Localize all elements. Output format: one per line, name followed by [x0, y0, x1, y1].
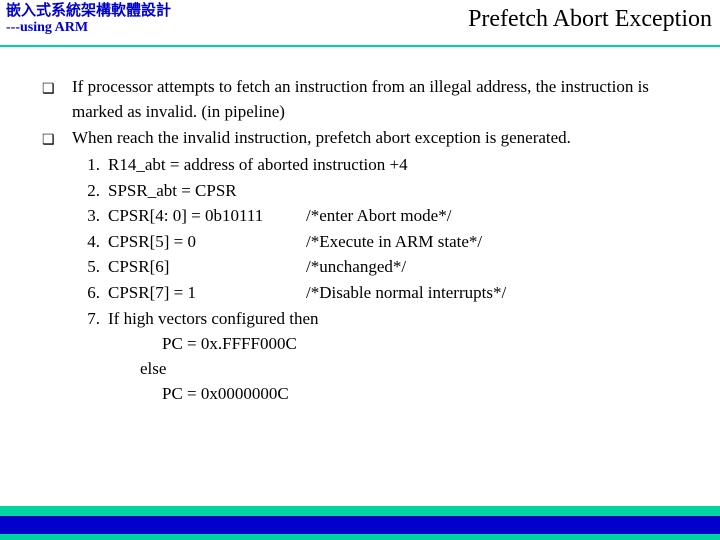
step-comment: /*Disable normal interrupts*/	[306, 281, 506, 306]
course-subtitle: ---using ARM	[6, 20, 171, 37]
step-lhs: CPSR[6]	[108, 255, 306, 280]
list-item: 6. CPSR[7] = 1 /*Disable normal interrup…	[72, 281, 698, 306]
slide-body: ❑ If processor attempts to fetch an inst…	[0, 47, 720, 406]
item-number: 1.	[72, 153, 108, 178]
item-number: 7.	[72, 307, 108, 332]
list-item: 7. If high vectors configured then	[72, 307, 698, 332]
conditional-block: PC = 0x.FFFF000C else PC = 0x0000000C	[140, 332, 698, 406]
list-item: 2. SPSR_abt = CPSR	[72, 179, 698, 204]
list-item: 4. CPSR[5] = 0 /*Execute in ARM state*/	[72, 230, 698, 255]
list-item: 5. CPSR[6] /*unchanged*/	[72, 255, 698, 280]
step-lhs: CPSR[4: 0] = 0b10111	[108, 204, 306, 229]
page-title: Prefetch Abort Exception	[468, 6, 712, 33]
step-comment: /*Execute in ARM state*/	[306, 230, 482, 255]
list-item: 3. CPSR[4: 0] = 0b10111 /*enter Abort mo…	[72, 204, 698, 229]
bullet-text: If processor attempts to fetch an instru…	[72, 75, 698, 124]
step-text: R14_abt = address of aborted instruction…	[108, 153, 698, 178]
item-number: 3.	[72, 204, 108, 229]
bullet-item: ❑ When reach the invalid instruction, pr…	[42, 126, 698, 151]
item-number: 5.	[72, 255, 108, 280]
then-branch: PC = 0x.FFFF000C	[162, 332, 698, 357]
item-number: 4.	[72, 230, 108, 255]
header-left-block: 嵌入式系統架構軟體設計 ---using ARM	[6, 2, 171, 37]
step-lhs: CPSR[7] = 1	[108, 281, 306, 306]
square-bullet-icon: ❑	[42, 75, 72, 124]
step-comment: /*unchanged*/	[306, 255, 406, 280]
slide-header: 嵌入式系統架構軟體設計 ---using ARM Prefetch Abort …	[0, 0, 720, 47]
item-number: 6.	[72, 281, 108, 306]
footer-accent-bar	[0, 516, 720, 534]
slide-footer-bar	[0, 506, 720, 540]
else-keyword: else	[140, 357, 698, 382]
numbered-list: 1. R14_abt = address of aborted instruct…	[72, 153, 698, 406]
course-title: 嵌入式系統架構軟體設計	[6, 2, 171, 20]
else-branch: PC = 0x0000000C	[162, 382, 698, 407]
item-number: 2.	[72, 179, 108, 204]
bullet-text: When reach the invalid instruction, pref…	[72, 126, 698, 151]
step-text: SPSR_abt = CPSR	[108, 179, 698, 204]
bullet-item: ❑ If processor attempts to fetch an inst…	[42, 75, 698, 124]
square-bullet-icon: ❑	[42, 126, 72, 151]
list-item: 1. R14_abt = address of aborted instruct…	[72, 153, 698, 178]
step-text: If high vectors configured then	[108, 307, 698, 332]
step-comment: /*enter Abort mode*/	[306, 204, 451, 229]
step-lhs: CPSR[5] = 0	[108, 230, 306, 255]
